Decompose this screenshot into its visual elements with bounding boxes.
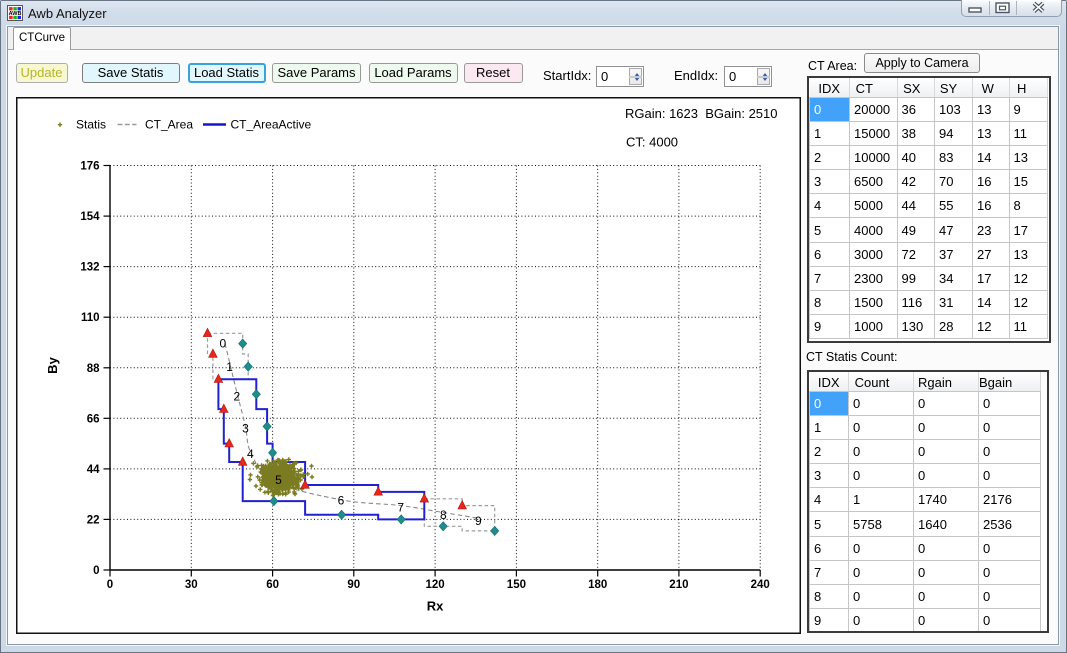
svg-text:2: 2 xyxy=(233,390,240,404)
svg-text:CT_Area: CT_Area xyxy=(145,118,193,132)
svg-text:30: 30 xyxy=(185,579,198,591)
svg-text:RGain: 1623 BGain: 2510: RGain: 1623 BGain: 2510 xyxy=(625,106,778,121)
svg-text:3: 3 xyxy=(242,422,249,436)
svg-text:60: 60 xyxy=(266,579,279,591)
svg-text:Statis: Statis xyxy=(76,118,106,132)
svg-text:5: 5 xyxy=(275,473,282,487)
svg-text:120: 120 xyxy=(426,579,445,591)
svg-text:88: 88 xyxy=(87,363,100,375)
svg-text:132: 132 xyxy=(80,262,99,274)
svg-text:240: 240 xyxy=(751,579,770,591)
svg-text:0: 0 xyxy=(93,565,99,577)
svg-text:0: 0 xyxy=(219,337,226,351)
svg-text:0: 0 xyxy=(107,579,113,591)
svg-text:1: 1 xyxy=(226,360,233,374)
svg-text:9: 9 xyxy=(475,514,482,528)
svg-text:110: 110 xyxy=(81,312,100,324)
svg-text:4: 4 xyxy=(247,447,254,461)
svg-text:CT_AreaActive: CT_AreaActive xyxy=(231,118,312,132)
svg-text:6: 6 xyxy=(338,494,345,508)
svg-text:By: By xyxy=(45,356,60,373)
svg-text:22: 22 xyxy=(87,514,100,526)
svg-text:90: 90 xyxy=(347,579,360,591)
svg-text:210: 210 xyxy=(669,579,688,591)
svg-text:66: 66 xyxy=(87,413,100,425)
svg-text:180: 180 xyxy=(588,579,607,591)
svg-text:Rx: Rx xyxy=(427,599,444,614)
svg-text:154: 154 xyxy=(80,211,100,223)
svg-text:8: 8 xyxy=(440,508,447,522)
svg-text:7: 7 xyxy=(397,501,404,515)
svg-text:150: 150 xyxy=(507,579,526,591)
svg-text:CT: 4000: CT: 4000 xyxy=(626,135,678,150)
svg-text:44: 44 xyxy=(87,464,100,476)
svg-text:176: 176 xyxy=(80,161,99,173)
